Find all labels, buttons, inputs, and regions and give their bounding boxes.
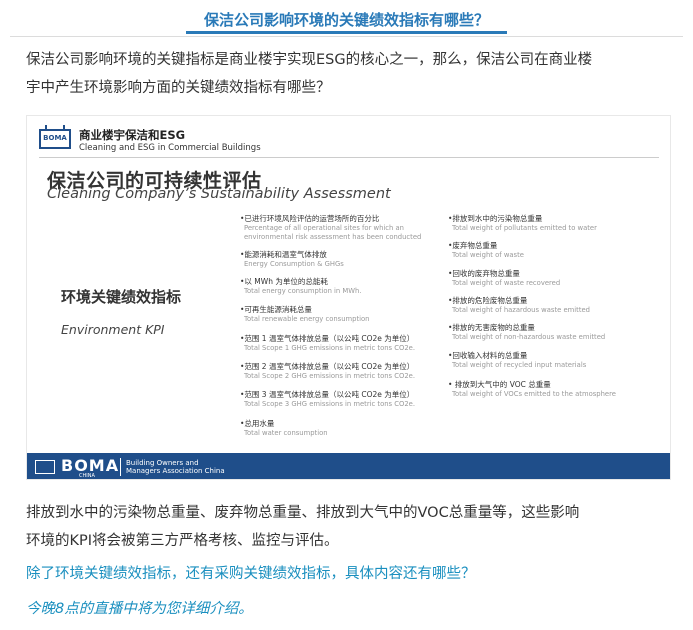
boma-logo-text: BOMA bbox=[43, 134, 67, 142]
kpi-item-en: Total Scope 2 GHG emissions in metric to… bbox=[244, 372, 416, 380]
kpi-item: •排放的危险废物总重量 Total weight of hazardous wa… bbox=[448, 295, 590, 315]
kpi-item-en: Total weight of VOCs emitted to the atmo… bbox=[452, 390, 616, 398]
slide-footer-bar: BOMA CHINA Building Owners and Managers … bbox=[27, 453, 670, 479]
kpi-item-cn: •已进行环境风险评估的运营场所的百分比 bbox=[240, 214, 380, 223]
kpi-item-cn: •废弃物总重量 bbox=[448, 241, 498, 250]
kpi-item-cn: •排放到水中的污染物总重量 bbox=[448, 214, 543, 223]
kpi-item-en: Total weight of non-hazardous waste emit… bbox=[452, 333, 606, 341]
kpi-item-cn: •范围 3 温室气体排放总量（以公吨 CO2e 为单位） bbox=[240, 390, 415, 399]
title-underline bbox=[186, 31, 507, 34]
kpi-item-cn: •回收输入材料的总重量 bbox=[448, 351, 528, 360]
kpi-item-en: Total renewable energy consumption bbox=[244, 315, 370, 323]
footer-separator bbox=[120, 458, 121, 476]
kpi-item-cn: •能源消耗和温室气体排放 bbox=[240, 250, 327, 259]
kpi-heading-en: Environment KPI bbox=[61, 322, 165, 337]
slide-divider bbox=[39, 157, 659, 158]
kpi-item-en: Total energy consumption in MWh. bbox=[244, 287, 362, 295]
boma-logo-icon: BOMA bbox=[39, 129, 71, 149]
procurement-question-text: 除了环境关键绩效指标，还有采购关键绩效指标，具体内容还有哪些？ bbox=[26, 566, 476, 582]
kpi-item-en: Total weight of recycled input materials bbox=[452, 361, 587, 369]
kpi-item: •回收输入材料的总重量 Total weight of recycled inp… bbox=[448, 350, 586, 370]
kpi-item: •总用水量 Total water consumption bbox=[240, 418, 328, 438]
kpi-item-cn: •总用水量 bbox=[240, 419, 275, 428]
kpi-item: •以 MWh 为单位的总能耗 Total energy consumption … bbox=[240, 276, 361, 296]
kpi-item-en: Percentage of all operational sites for … bbox=[244, 224, 404, 232]
footer-org-line: Managers Association China bbox=[126, 467, 225, 475]
kpi-item: •废弃物总重量 Total weight of waste bbox=[448, 240, 524, 260]
footer-org-line: Building Owners and bbox=[126, 459, 199, 467]
kpi-heading-cn: 环境关键绩效指标 bbox=[61, 288, 182, 306]
slide-header-cn: 商业楼宇保洁和ESG bbox=[79, 128, 186, 142]
sustainability-title-en: Cleaning Company’s Sustainability Assess… bbox=[47, 186, 391, 202]
intro-line: 宇中产生环境影响方面的关键绩效指标有哪些？ bbox=[26, 80, 331, 96]
summary-line: 排放到水中的污染物总重量、废弃物总重量、排放到大气中的VOC总重量等，这些影响 bbox=[26, 505, 580, 521]
kpi-item: •范围 3 温室气体排放总量（以公吨 CO2e 为单位） Total Scope… bbox=[240, 389, 415, 409]
summary-line: 环境的KPI将会被第三方严格考核、监控与评估。 bbox=[26, 533, 339, 549]
kpi-item-en: Total water consumption bbox=[244, 429, 328, 437]
kpi-item: •已进行环境风险评估的运营场所的百分比 Percentage of all op… bbox=[240, 213, 421, 241]
kpi-item: •范围 1 温室气体排放总量（以公吨 CO2e 为单位） Total Scope… bbox=[240, 333, 415, 353]
kpi-item-cn: •范围 2 温室气体排放总量（以公吨 CO2e 为单位） bbox=[240, 362, 415, 371]
kpi-item-en: Total weight of waste bbox=[452, 251, 524, 259]
footer-org-name: Building Owners and Managers Association… bbox=[126, 459, 225, 475]
article-title-bar: 保洁公司影响环境的关键绩效指标有哪些？ bbox=[0, 0, 693, 40]
kpi-item-en: Total weight of hazardous waste emitted bbox=[452, 306, 590, 314]
kpi-item: • 排放到大气中的 VOC 总重量 Total weight of VOCs e… bbox=[448, 379, 616, 399]
kpi-item-en: Total weight of waste recovered bbox=[452, 279, 561, 287]
intro-paragraph: 保洁公司影响环境的关键指标是商业楼宇实现ESG的核心之一，那么，保洁公司在商业楼… bbox=[26, 46, 676, 102]
kpi-item-en: environmental risk assessment has been c… bbox=[244, 232, 422, 241]
kpi-item-cn: •排放的危险废物总重量 bbox=[448, 296, 528, 305]
summary-paragraph: 排放到水中的污染物总重量、废弃物总重量、排放到大气中的VOC总重量等，这些影响 … bbox=[26, 499, 676, 555]
divider bbox=[10, 36, 683, 37]
kpi-item: •回收的废弃物总重量 Total weight of waste recover… bbox=[448, 268, 560, 288]
kpi-slide-image: BOMA 商业楼宇保洁和ESG Cleaning and ESG in Comm… bbox=[26, 115, 671, 480]
kpi-item: •能源消耗和温室气体排放 Energy Consumption & GHGs bbox=[240, 249, 344, 269]
article-title: 保洁公司影响环境的关键绩效指标有哪些？ bbox=[203, 11, 489, 29]
kpi-item: •排放到水中的污染物总重量 Total weight of pollutants… bbox=[448, 213, 597, 233]
boma-footer-logo-icon bbox=[35, 460, 55, 474]
kpi-item: •范围 2 温室气体排放总量（以公吨 CO2e 为单位） Total Scope… bbox=[240, 361, 415, 381]
footer-china-label: CHINA bbox=[79, 473, 95, 479]
kpi-item-cn: • 排放到大气中的 VOC 总重量 bbox=[448, 380, 551, 389]
kpi-item-cn: •以 MWh 为单位的总能耗 bbox=[240, 277, 328, 286]
kpi-item-en: Total Scope 3 GHG emissions in metric to… bbox=[244, 400, 416, 408]
kpi-item-en: Total weight of pollutants emitted to wa… bbox=[452, 224, 597, 232]
intro-line: 保洁公司影响环境的关键指标是商业楼宇实现ESG的核心之一，那么，保洁公司在商业楼 bbox=[26, 52, 593, 68]
kpi-item: •可再生能源消耗总量 Total renewable energy consum… bbox=[240, 304, 369, 324]
slide-header-en: Cleaning and ESG in Commercial Buildings bbox=[79, 143, 261, 153]
kpi-item-cn: •范围 1 温室气体排放总量（以公吨 CO2e 为单位） bbox=[240, 334, 415, 343]
kpi-item-en: Total Scope 1 GHG emissions in metric to… bbox=[244, 344, 416, 352]
kpi-item-cn: •可再生能源消耗总量 bbox=[240, 305, 312, 314]
livestream-note: 今晚8点的直播中将为您详细介绍。 bbox=[26, 601, 253, 617]
kpi-item-en: Energy Consumption & GHGs bbox=[244, 260, 344, 268]
kpi-item-cn: •回收的废弃物总重量 bbox=[448, 269, 520, 278]
kpi-item: •排放的无害废物的总重量 Total weight of non-hazardo… bbox=[448, 322, 605, 342]
kpi-item-cn: •排放的无害废物的总重量 bbox=[448, 323, 535, 332]
